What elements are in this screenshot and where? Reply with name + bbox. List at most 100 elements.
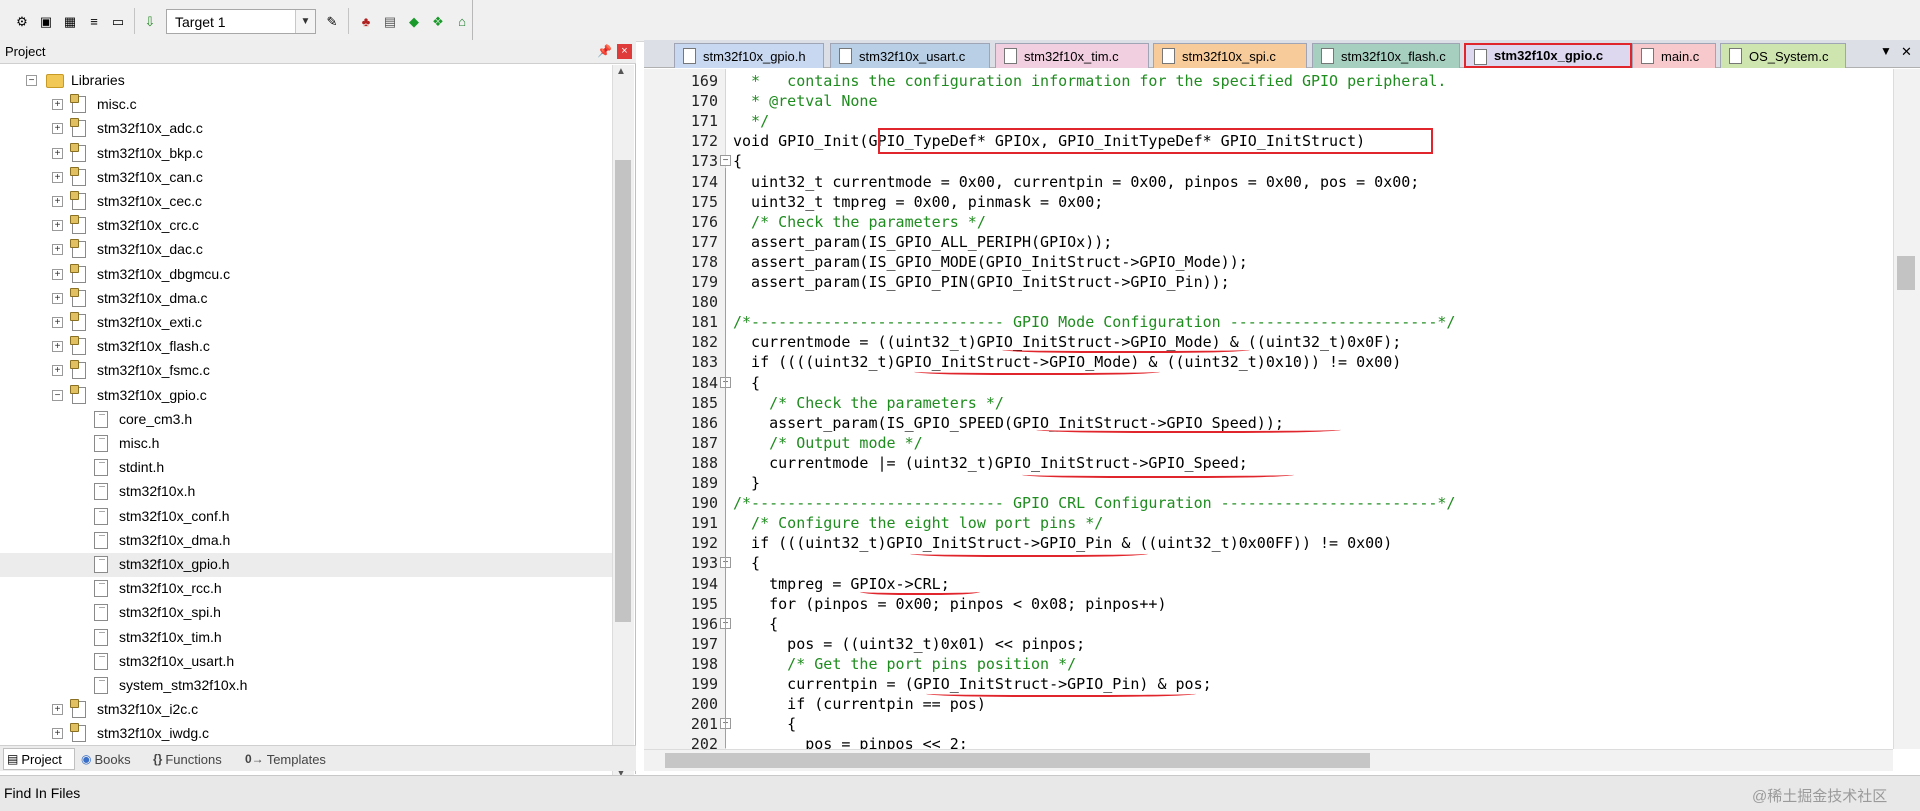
line-number: 171 xyxy=(690,112,718,131)
close-icon[interactable]: × xyxy=(617,44,632,59)
expand-icon[interactable]: + xyxy=(52,365,63,377)
tree-file[interactable]: stm32f10x_dma.h xyxy=(0,529,612,553)
annotation-box-function-params xyxy=(878,128,1433,154)
fold-toggle-icon[interactable]: − xyxy=(720,155,731,167)
tab-functions[interactable]: {} Functions xyxy=(150,748,236,770)
editor-tab[interactable]: stm32f10x_usart.c xyxy=(830,43,990,68)
expand-icon[interactable]: + xyxy=(52,704,63,716)
expand-icon[interactable]: + xyxy=(52,292,63,304)
expand-icon[interactable]: + xyxy=(52,171,63,183)
tab-label: Templates xyxy=(266,751,326,767)
expand-icon[interactable]: + xyxy=(52,268,63,280)
source-file-icon xyxy=(70,118,86,138)
editor-tab[interactable]: stm32f10x_flash.c xyxy=(1312,43,1460,68)
tree-file[interactable]: + stm32f10x_flash.c xyxy=(0,335,612,359)
tree-file[interactable]: + stm32f10x_fsmc.c xyxy=(0,359,612,383)
tab-project[interactable]: ▤ Project xyxy=(3,748,75,770)
download-icon[interactable]: ⇩ xyxy=(140,11,160,31)
project-tree-scroll-thumb[interactable] xyxy=(615,160,631,622)
stop-build-icon[interactable]: ▭ xyxy=(108,11,128,31)
tree-file[interactable]: system_stm32f10x.h xyxy=(0,674,612,698)
tree-file[interactable]: stm32f10x_tim.h xyxy=(0,626,612,650)
rebuild-icon[interactable]: ▦ xyxy=(60,11,80,31)
tree-file[interactable]: + stm32f10x_cec.c xyxy=(0,190,612,214)
expand-icon[interactable]: + xyxy=(52,123,63,135)
tree-file[interactable]: + stm32f10x_crc.c xyxy=(0,214,612,238)
editor-vertical-scroll-thumb[interactable] xyxy=(1897,256,1915,290)
select-pack-icon[interactable]: ▤ xyxy=(380,11,400,31)
tree-file[interactable]: + stm32f10x_iwdg.c xyxy=(0,722,612,746)
expand-icon[interactable]: + xyxy=(52,728,63,740)
tree-file[interactable]: stm32f10x_usart.h xyxy=(0,650,612,674)
tree-file[interactable]: + stm32f10x_i2c.c xyxy=(0,698,612,722)
project-panel-tabs: ▤ Project ◉ Books {} Functions 0→ Templa… xyxy=(0,745,636,771)
line-number: 198 xyxy=(690,654,718,673)
tab-templates[interactable]: 0→ Templates xyxy=(242,748,332,770)
tree-file[interactable]: stm32f10x_gpio.h xyxy=(0,553,612,577)
tab-menu-icon[interactable]: ▼ xyxy=(1880,44,1892,58)
tree-file[interactable]: core_cm3.h xyxy=(0,408,612,432)
editor-tab[interactable]: stm32f10x_gpio.c xyxy=(1464,43,1632,68)
batch-build-icon[interactable]: ≡ xyxy=(84,11,104,31)
tree-file[interactable]: + stm32f10x_dbgmcu.c xyxy=(0,263,612,287)
line-number: 170 xyxy=(690,92,718,111)
tree-file[interactable]: stm32f10x_rcc.h xyxy=(0,577,612,601)
expand-icon[interactable]: + xyxy=(52,99,63,111)
close-icon[interactable]: ✕ xyxy=(1901,44,1912,60)
chevron-down-icon[interactable]: ▼ xyxy=(295,10,315,33)
pin-icon[interactable]: 📌 xyxy=(597,44,612,58)
line-number: 191 xyxy=(690,514,718,533)
expand-icon[interactable]: + xyxy=(52,317,63,328)
expand-icon[interactable]: + xyxy=(52,341,63,353)
tree-folder[interactable]: − Libraries xyxy=(0,69,612,93)
code-editor[interactable]: * contains the configuration information… xyxy=(727,69,1893,749)
tree-file[interactable]: + stm32f10x_adc.c xyxy=(0,117,612,141)
tree-file[interactable]: + stm32f10x_can.c xyxy=(0,166,612,190)
tree-item-label: stm32f10x_conf.h xyxy=(119,507,230,524)
translate-icon[interactable]: ▣ xyxy=(36,11,56,31)
tab-books[interactable]: ◉ Books xyxy=(78,748,144,770)
tree-file[interactable]: stm32f10x_conf.h xyxy=(0,505,612,529)
editor-tab[interactable]: main.c xyxy=(1632,43,1716,68)
expand-icon[interactable]: + xyxy=(52,147,63,159)
tree-file[interactable]: + stm32f10x_bkp.c xyxy=(0,142,612,166)
tree-item-label: stm32f10x_tim.h xyxy=(119,628,222,645)
tree-file[interactable]: + stm32f10x_exti.c xyxy=(0,311,612,335)
pack-installer-icon[interactable]: ❖ xyxy=(428,11,448,31)
tree-item-label: stm32f10x_gpio.h xyxy=(119,556,230,572)
tree-file[interactable]: − stm32f10x_gpio.c xyxy=(0,384,612,408)
tree-file[interactable]: stm32f10x.h xyxy=(0,480,612,504)
tree-item-label: stm32f10x_exti.c xyxy=(97,314,203,330)
manage-rte-icon[interactable]: ◆ xyxy=(404,11,424,31)
annotation-underline xyxy=(1022,470,1294,478)
expand-icon[interactable]: + xyxy=(52,244,63,256)
expand-icon[interactable]: + xyxy=(52,220,63,232)
tree-item-label: stm32f10x_iwdg.c xyxy=(97,725,210,742)
editor-tab[interactable]: OS_System.c xyxy=(1720,43,1846,68)
event-recorder-icon[interactable]: ⌂ xyxy=(452,11,472,31)
tree-file[interactable]: + misc.c xyxy=(0,93,612,117)
editor-tab[interactable]: stm32f10x_tim.c xyxy=(995,43,1149,68)
target-options-icon[interactable]: ✎ xyxy=(322,11,342,31)
tree-file[interactable]: + stm32f10x_dac.c xyxy=(0,238,612,262)
tree-file[interactable]: misc.h xyxy=(0,432,612,456)
code-line: } xyxy=(733,474,761,492)
tree-file[interactable]: + stm32f10x_dma.c xyxy=(0,287,612,311)
editor-vertical-scrollbar[interactable] xyxy=(1893,69,1920,749)
collapse-icon[interactable]: − xyxy=(52,389,63,401)
expand-icon[interactable]: + xyxy=(52,196,63,207)
manage-components-icon[interactable]: ♣ xyxy=(356,11,376,31)
scroll-up-icon[interactable]: ▲ xyxy=(616,66,626,77)
document-icon xyxy=(1474,49,1487,65)
source-file-icon xyxy=(70,336,86,356)
line-number: 173 xyxy=(690,152,718,171)
tree-item-label: stm32f10x_dma.c xyxy=(97,289,208,306)
target-select[interactable]: Target 1 ▼ xyxy=(166,9,316,34)
tree-file[interactable]: stdint.h xyxy=(0,456,612,480)
editor-tab[interactable]: stm32f10x_spi.c xyxy=(1153,43,1307,68)
editor-horizontal-scroll-thumb[interactable] xyxy=(665,753,1370,768)
editor-tab[interactable]: stm32f10x_gpio.h xyxy=(674,43,824,68)
collapse-icon[interactable]: − xyxy=(26,75,37,86)
project-build-icon[interactable]: ⚙ xyxy=(12,11,32,31)
tree-file[interactable]: stm32f10x_spi.h xyxy=(0,601,612,625)
